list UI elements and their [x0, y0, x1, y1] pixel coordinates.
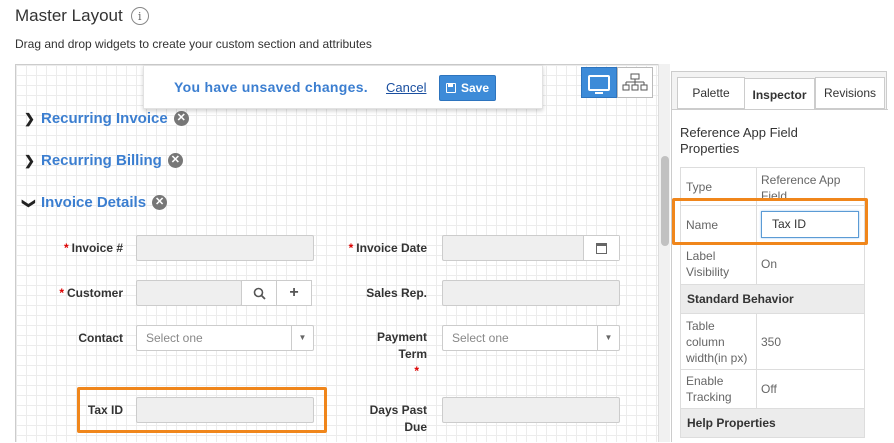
view-toggle: [581, 67, 653, 98]
save-button[interactable]: Save: [439, 75, 496, 101]
standard-behavior-header: Standard Behavior: [680, 285, 865, 314]
property-value[interactable]: Off: [757, 370, 864, 408]
required-marker: *: [348, 241, 354, 255]
monitor-icon: [588, 74, 610, 94]
cancel-link[interactable]: Cancel: [386, 80, 426, 95]
page-subtitle: Drag and drop widgets to create your cus…: [15, 37, 372, 51]
remove-section-icon[interactable]: ✕: [167, 153, 183, 168]
chevron-right-icon[interactable]: ❯: [24, 111, 35, 127]
section-invoice-details[interactable]: ❯ Invoice Details ✕: [21, 194, 168, 211]
page-title: Master Layout i: [15, 6, 149, 26]
chevron-down-icon[interactable]: ❯: [21, 198, 37, 209]
customer-search-button[interactable]: [241, 280, 277, 306]
section-recurring-billing[interactable]: ❯ Recurring Billing ✕: [24, 152, 183, 169]
section-label: Recurring Billing: [41, 152, 162, 169]
desktop-view-button[interactable]: [581, 67, 617, 98]
required-marker: *: [59, 286, 64, 300]
contact-select[interactable]: Select one ▼: [136, 325, 314, 351]
customer-field[interactable]: [136, 280, 242, 306]
customer-add-button[interactable]: +: [276, 280, 312, 306]
required-marker: *: [63, 241, 69, 255]
info-icon[interactable]: i: [130, 7, 149, 25]
unsaved-message: You have unsaved changes.: [174, 79, 368, 95]
property-key: Table column width(in px): [681, 314, 757, 369]
invoice-number-field[interactable]: [136, 235, 314, 261]
name-row-highlight: [672, 198, 868, 245]
invoice-number-label: * Invoice #: [63, 241, 123, 255]
payment-term-label: Payment Term *: [334, 329, 427, 380]
canvas-scrollbar[interactable]: [658, 64, 670, 442]
property-key: Enable Tracking: [681, 370, 757, 408]
floppy-disk-icon: [445, 83, 456, 93]
inspector-panel: Palette Inspector Revisions Reference Ap…: [671, 71, 888, 443]
scroll-thumb[interactable]: [661, 156, 669, 246]
help-properties-header: Help Properties: [680, 409, 865, 438]
tax-id-label: Tax ID: [87, 403, 123, 417]
invoice-date-field[interactable]: [442, 235, 620, 261]
tree-view-button[interactable]: [617, 67, 653, 98]
property-value[interactable]: On: [757, 244, 864, 284]
dropdown-arrow-icon[interactable]: ▼: [291, 326, 313, 350]
payment-term-select[interactable]: Select one ▼: [442, 325, 620, 351]
search-icon: [253, 287, 266, 300]
calendar-button[interactable]: [583, 236, 619, 260]
section-label: Invoice Details: [41, 194, 147, 211]
tab-revisions[interactable]: Revisions: [815, 77, 885, 109]
tax-id-field[interactable]: [136, 397, 314, 423]
invoice-date-label: * Invoice Date: [348, 241, 427, 255]
required-marker: *: [414, 364, 419, 378]
property-row-enable-tracking: Enable Tracking Off: [680, 370, 865, 409]
layout-canvas[interactable]: ❯ Recurring Invoice ✕ ❯ Recurring Billin…: [15, 64, 670, 442]
remove-section-icon[interactable]: ✕: [152, 195, 168, 210]
page-title-text: Master Layout: [15, 6, 123, 25]
tab-palette[interactable]: Palette: [677, 77, 745, 109]
contact-placeholder: Select one: [146, 331, 203, 345]
chevron-right-icon[interactable]: ❯: [24, 153, 35, 169]
section-label: Recurring Invoice: [41, 110, 168, 127]
plus-icon: +: [289, 284, 299, 301]
contact-label: Contact: [78, 331, 123, 345]
sales-rep-field[interactable]: [442, 280, 620, 306]
sales-rep-label: Sales Rep.: [366, 286, 427, 300]
dropdown-arrow-icon[interactable]: ▼: [597, 326, 619, 350]
sitemap-icon: [622, 73, 648, 90]
unsaved-changes-bar: You have unsaved changes. Cancel Save: [143, 65, 543, 109]
property-key: Label Visibility: [681, 244, 757, 284]
save-label: Save: [460, 81, 490, 95]
calendar-icon: [596, 242, 607, 254]
property-value[interactable]: 350: [757, 314, 864, 369]
property-row-label-visibility: Label Visibility On: [680, 244, 865, 285]
days-past-due-field[interactable]: [442, 397, 620, 423]
panel-body: Reference App Field Properties Type Refe…: [672, 109, 888, 443]
panel-tabs: Palette Inspector Revisions: [672, 77, 888, 111]
property-row-column-width: Table column width(in px) 350: [680, 314, 865, 370]
customer-label: * Customer: [59, 286, 123, 300]
payment-term-placeholder: Select one: [452, 331, 509, 345]
section-recurring-invoice[interactable]: ❯ Recurring Invoice ✕: [24, 110, 189, 127]
tab-inspector[interactable]: Inspector: [744, 78, 815, 111]
remove-section-icon[interactable]: ✕: [173, 111, 189, 126]
days-past-due-label: Days Past Due: [369, 403, 427, 434]
panel-title: Reference App Field Properties: [680, 125, 798, 156]
